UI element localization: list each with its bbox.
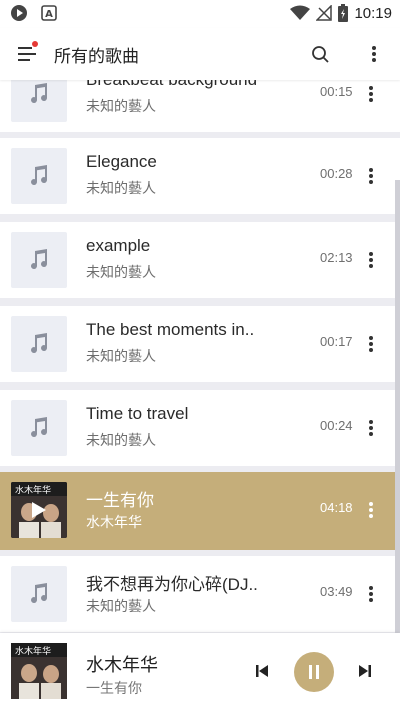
song-duration: 03:49: [320, 584, 353, 599]
song-duration: 00:24: [320, 418, 353, 433]
song-row-now-playing[interactable]: 水木年华 一生有你 水木年华 04:18: [0, 472, 400, 550]
previous-button[interactable]: [252, 661, 272, 681]
song-thumbnail: [11, 400, 67, 456]
skip-next-icon: [359, 665, 371, 677]
search-button[interactable]: [306, 40, 334, 68]
next-button[interactable]: [355, 661, 375, 681]
more-vert-icon: [372, 46, 376, 62]
music-note-icon: [31, 165, 48, 186]
song-options-button[interactable]: [362, 162, 380, 190]
song-artist: 水木年华: [86, 515, 142, 531]
song-artist: 未知的藝人: [86, 349, 156, 365]
more-vert-icon: [369, 502, 373, 518]
song-row[interactable]: example 未知的藝人 02:13: [0, 222, 400, 298]
music-note-icon: [31, 417, 48, 438]
song-duration: 00:28: [320, 166, 353, 181]
music-note-icon: [31, 249, 48, 270]
song-title: 我不想再为你心碎(DJ..: [86, 575, 258, 594]
song-title: example: [86, 236, 151, 255]
scrollbar[interactable]: [395, 180, 400, 633]
song-duration: 00:17: [320, 334, 353, 349]
song-options-button[interactable]: [362, 580, 380, 608]
overflow-menu-button[interactable]: [362, 40, 386, 68]
mini-player[interactable]: 水木年华 水木年华 一生有你: [0, 633, 400, 711]
no-signal-icon: [316, 5, 333, 21]
more-vert-icon: [369, 336, 373, 352]
album-cover-image: 水木年华: [11, 643, 67, 699]
player-album-art: 水木年华: [11, 643, 67, 699]
more-vert-icon: [369, 420, 373, 436]
album-art-caption: 水木年华: [15, 484, 51, 496]
song-row[interactable]: Breakbeat background 未知的藝人 00:15: [0, 80, 400, 132]
song-title: Elegance: [86, 152, 157, 171]
song-title: 一生有你: [86, 491, 154, 510]
song-thumbnail: [11, 232, 67, 288]
svg-text:A: A: [45, 9, 53, 20]
play-notification-icon: [11, 5, 27, 21]
song-duration: 04:18: [320, 500, 353, 515]
album-art-caption: 水木年华: [15, 645, 51, 657]
song-title: Breakbeat background: [86, 80, 257, 90]
font-notification-icon: A: [41, 5, 57, 21]
song-row[interactable]: Elegance 未知的藝人 00:28: [0, 138, 400, 214]
notification-dot: [32, 41, 38, 47]
more-vert-icon: [369, 586, 373, 602]
app-bar: 所有的歌曲: [0, 28, 400, 80]
skip-previous-icon: [256, 665, 268, 677]
song-options-button[interactable]: [362, 496, 380, 524]
wifi-icon: [290, 5, 311, 20]
song-list[interactable]: Breakbeat background 未知的藝人 00:15 Eleganc…: [0, 80, 400, 633]
play-overlay-icon: [32, 502, 46, 518]
song-title: The best moments in..: [86, 320, 255, 339]
song-thumbnail: [11, 148, 67, 204]
song-thumbnail: [11, 316, 67, 372]
song-thumbnail: [11, 80, 67, 122]
song-row[interactable]: 我不想再为你心碎(DJ.. 未知的藝人 03:49: [0, 556, 400, 632]
more-vert-icon: [369, 86, 373, 102]
song-artist: 未知的藝人: [86, 181, 156, 197]
more-vert-icon: [369, 252, 373, 268]
player-title: 水木年华: [86, 655, 158, 676]
play-pause-button[interactable]: [294, 652, 334, 692]
page-title: 所有的歌曲: [54, 47, 139, 66]
song-artist: 未知的藝人: [86, 265, 156, 281]
music-note-icon: [31, 83, 48, 104]
music-note-icon: [31, 583, 48, 604]
music-note-icon: [31, 333, 48, 354]
song-artist: 未知的藝人: [86, 433, 156, 449]
more-vert-icon: [369, 168, 373, 184]
song-options-button[interactable]: [362, 80, 380, 108]
song-artist: 未知的藝人: [86, 99, 156, 115]
search-icon: [312, 46, 329, 63]
song-options-button[interactable]: [362, 330, 380, 358]
pause-icon: [309, 665, 319, 679]
song-row[interactable]: Time to travel 未知的藝人 00:24: [0, 390, 400, 466]
song-duration: 00:15: [320, 84, 353, 99]
song-options-button[interactable]: [362, 414, 380, 442]
song-options-button[interactable]: [362, 246, 380, 274]
status-bar: A 10:19: [0, 0, 400, 28]
song-thumbnail: [11, 566, 67, 622]
song-title: Time to travel: [86, 404, 189, 423]
song-artist: 未知的藝人: [86, 599, 156, 615]
menu-button[interactable]: [14, 40, 42, 68]
player-subtitle: 一生有你: [86, 681, 142, 697]
song-duration: 02:13: [320, 250, 353, 265]
battery-icon: [338, 4, 349, 22]
song-row[interactable]: The best moments in.. 未知的藝人 00:17: [0, 306, 400, 382]
clock: 10:19: [354, 4, 392, 22]
